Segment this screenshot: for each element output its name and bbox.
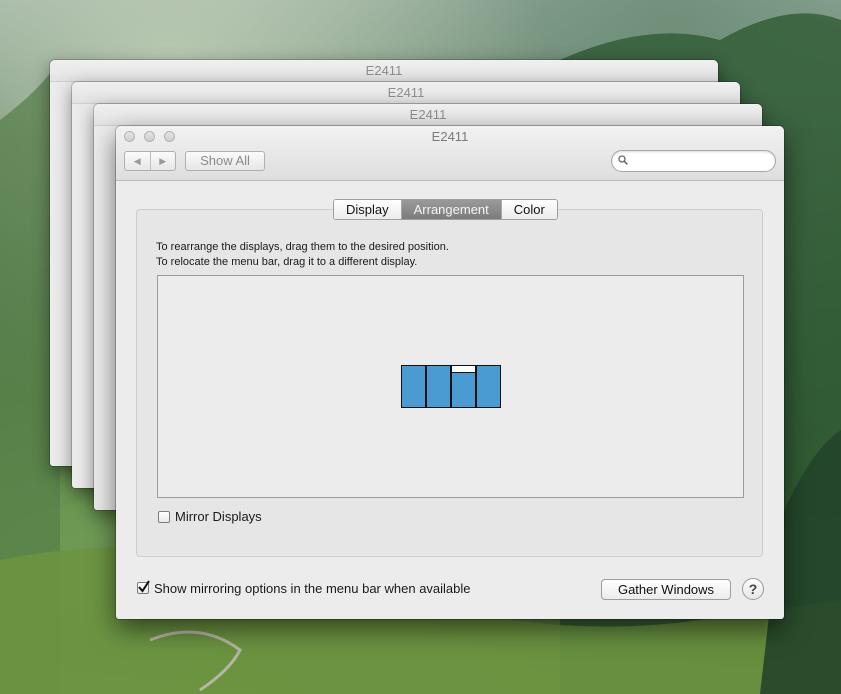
gather-windows-button[interactable]: Gather Windows <box>601 579 731 600</box>
instruction-line-2: To relocate the menu bar, drag it to a d… <box>156 256 418 268</box>
mirror-displays-label[interactable]: Mirror Displays <box>175 509 262 524</box>
help-button[interactable]: ? <box>742 578 764 600</box>
display-preferences-window: E2411 ◀ ▶ Show All Display Arrangement C… <box>116 126 784 619</box>
mirror-displays-checkbox[interactable] <box>158 511 170 523</box>
search-field[interactable] <box>611 150 776 172</box>
checkmark-icon <box>138 580 150 593</box>
arrangement-instructions: To rearrange the displays, drag them to … <box>156 240 449 270</box>
forward-arrow-icon[interactable]: ▶ <box>151 152 176 170</box>
show-mirroring-checkbox[interactable] <box>137 580 150 594</box>
display-4[interactable] <box>476 365 501 408</box>
background-window-title: E2411 <box>72 82 740 104</box>
display-2[interactable] <box>426 365 451 408</box>
back-forward-control: ◀ ▶ <box>124 151 176 171</box>
search-icon <box>618 155 628 165</box>
instruction-line-1: To rearrange the displays, drag them to … <box>156 241 449 253</box>
tab-bar: Display Arrangement Color <box>333 199 558 220</box>
background-window-title: E2411 <box>94 104 762 126</box>
display-3[interactable] <box>451 365 476 408</box>
display-arrangement-area[interactable] <box>157 275 744 498</box>
menu-bar-indicator[interactable] <box>452 366 475 373</box>
tab-arrangement[interactable]: Arrangement <box>401 200 502 219</box>
window-title: E2411 <box>431 129 469 144</box>
background-window-title: E2411 <box>50 60 718 82</box>
window-toolbar: E2411 ◀ ▶ Show All <box>116 126 784 181</box>
show-all-button[interactable]: Show All <box>185 151 265 171</box>
show-mirroring-label[interactable]: Show mirroring options in the menu bar w… <box>154 581 471 596</box>
tab-display[interactable]: Display <box>334 200 402 219</box>
display-1[interactable] <box>401 365 426 408</box>
tab-color[interactable]: Color <box>501 200 557 219</box>
search-input[interactable] <box>632 153 771 171</box>
back-arrow-icon[interactable]: ◀ <box>125 152 151 170</box>
